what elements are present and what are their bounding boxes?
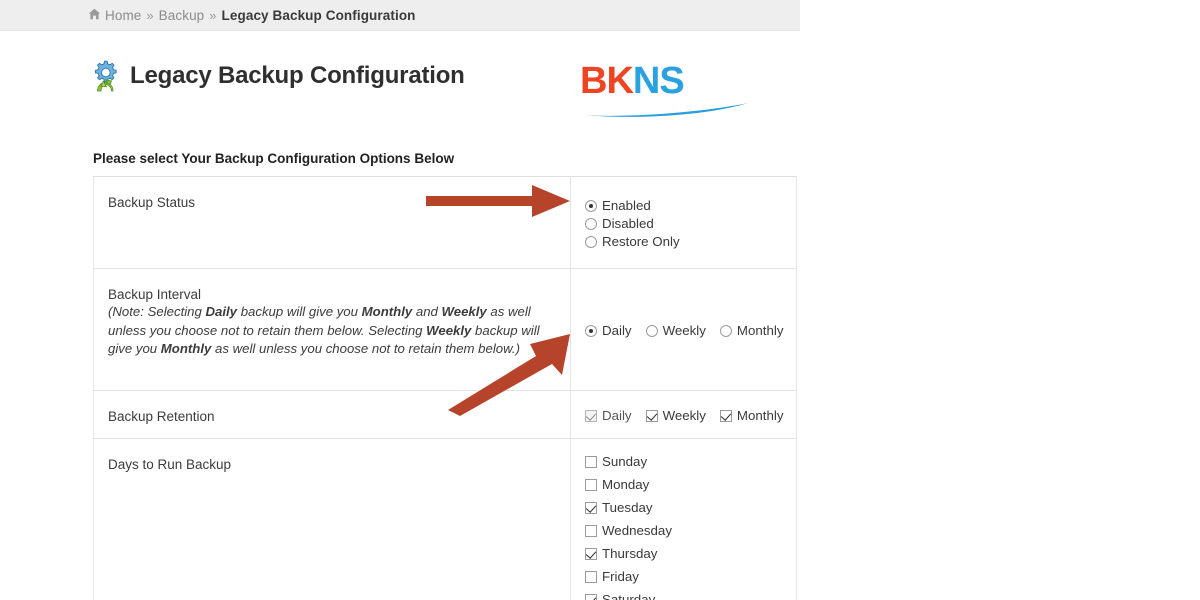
row-label-days-to-run-backup: Days to Run Backup — [108, 457, 232, 472]
logo-swoosh-icon — [584, 103, 748, 117]
breadcrumb: Home » Backup » Legacy Backup Configurat… — [0, 0, 800, 31]
table-row-backup-retention: Backup Retention Daily Weekly Monthly — [93, 390, 797, 439]
radio-group-backup-status: Enabled Disabled Restore Only — [585, 198, 786, 249]
page-header: Legacy Backup Configuration — [88, 58, 465, 94]
checkbox-icon-retention-monthly[interactable] — [719, 409, 732, 422]
radio-label-interval-monthly: Monthly — [736, 323, 784, 338]
row-control-cell: Enabled Disabled Restore Only — [570, 176, 797, 269]
breadcrumb-item-backup[interactable]: Backup — [159, 8, 205, 23]
checkbox-option-sunday[interactable]: Sunday — [585, 454, 786, 469]
row-label-cell: Backup Retention — [93, 390, 571, 439]
radio-label-interval-weekly: Weekly — [662, 323, 706, 338]
radio-icon-enabled[interactable] — [585, 199, 597, 212]
note-emphasis: Monthly — [361, 304, 413, 319]
logo-text-ns: NS — [632, 60, 685, 102]
checkbox-icon-retention-weekly[interactable] — [645, 409, 658, 422]
note-emphasis: Monthly — [160, 341, 212, 357]
radio-option-interval-monthly[interactable]: Monthly — [719, 323, 784, 338]
checkbox-option-wednesday[interactable]: Wednesday — [585, 523, 786, 538]
row-label-backup-retention: Backup Retention — [108, 409, 215, 424]
checkbox-option-tuesday[interactable]: Tuesday — [585, 500, 786, 515]
table-row-backup-interval: Backup Interval (Note: Selecting Daily b… — [93, 268, 797, 391]
page-root: Home » Backup » Legacy Backup Configurat… — [0, 0, 1200, 600]
table-row-days-to-run-backup: Days to Run Backup Sunday Monday Tuesday… — [93, 438, 797, 600]
radio-option-interval-weekly[interactable]: Weekly — [645, 323, 706, 338]
bkns-logo: BKNS — [580, 62, 755, 117]
radio-icon-interval-weekly[interactable] — [645, 324, 658, 337]
checkbox-icon-retention-daily[interactable] — [585, 409, 597, 422]
checkbox-label-sunday: Sunday — [602, 454, 648, 469]
radio-label-disabled: Disabled — [602, 216, 654, 231]
radio-icon-restore-only[interactable] — [585, 235, 597, 248]
checkbox-label-monday: Monday — [602, 477, 650, 492]
radio-icon-interval-daily[interactable] — [585, 324, 597, 337]
row-label-cell: Days to Run Backup — [93, 438, 571, 600]
row-control-cell: Daily Weekly Monthly — [570, 390, 797, 439]
note-emphasis: Daily — [205, 304, 238, 319]
note-emphasis: Weekly — [426, 322, 472, 338]
checkbox-label-retention-daily: Daily — [602, 408, 632, 423]
row-label-cell: Backup Status — [93, 176, 571, 269]
checkbox-label-wednesday: Wednesday — [602, 523, 672, 538]
section-heading: Please select Your Backup Configuration … — [93, 151, 455, 166]
checkbox-label-retention-monthly: Monthly — [736, 408, 784, 423]
checkbox-option-retention-weekly[interactable]: Weekly — [645, 408, 706, 423]
radio-label-enabled: Enabled — [602, 198, 651, 213]
note-part: as well unless you choose not to retain … — [211, 341, 520, 357]
row-label-cell: Backup Interval (Note: Selecting Daily b… — [93, 268, 571, 391]
row-control-cell: Sunday Monday Tuesday Wednesday Thursday… — [570, 438, 797, 600]
checkbox-label-retention-weekly: Weekly — [662, 408, 706, 423]
checkbox-icon-wednesday[interactable] — [585, 524, 597, 537]
checkbox-option-retention-monthly[interactable]: Monthly — [719, 408, 784, 423]
home-icon — [88, 7, 101, 25]
checkbox-icon-thursday[interactable] — [585, 547, 597, 560]
breadcrumb-item-home[interactable]: Home — [105, 8, 141, 23]
radio-option-enabled[interactable]: Enabled — [585, 198, 786, 213]
note-part: backup will give you — [237, 304, 362, 319]
checkbox-option-monday[interactable]: Monday — [585, 477, 786, 492]
gear-recycle-icon — [88, 58, 124, 94]
checkbox-group-days-to-run-backup: Sunday Monday Tuesday Wednesday Thursday… — [585, 451, 786, 600]
checkbox-icon-sunday[interactable] — [585, 455, 597, 468]
radio-label-restore-only: Restore Only — [602, 234, 680, 249]
radio-label-interval-daily: Daily — [602, 323, 632, 338]
radio-icon-disabled[interactable] — [585, 217, 597, 230]
page-title: Legacy Backup Configuration — [130, 62, 465, 89]
row-label-backup-status: Backup Status — [108, 195, 196, 210]
row-note-backup-interval: (Note: Selecting Daily backup will give … — [108, 303, 556, 359]
checkbox-option-thursday[interactable]: Thursday — [585, 546, 786, 561]
table-row-backup-status: Backup Status Enabled Disabled Restore O… — [93, 176, 797, 269]
row-label-backup-interval: Backup Interval — [108, 287, 202, 302]
checkbox-label-thursday: Thursday — [602, 546, 658, 561]
checkbox-label-friday: Friday — [602, 569, 639, 584]
radio-icon-interval-monthly[interactable] — [719, 324, 732, 337]
note-emphasis: Weekly — [441, 304, 487, 319]
logo-text-bk: BK — [580, 60, 634, 102]
checkbox-option-retention-daily[interactable]: Daily — [585, 408, 632, 423]
checkbox-label-tuesday: Tuesday — [602, 500, 653, 515]
checkbox-label-saturday: Saturday — [602, 592, 656, 600]
breadcrumb-separator: » — [146, 7, 154, 23]
backup-configuration-table: Backup Status Enabled Disabled Restore O… — [93, 176, 797, 600]
note-part: (Note: Selecting — [108, 304, 206, 319]
checkbox-option-saturday[interactable]: Saturday — [585, 592, 786, 600]
checkbox-icon-friday[interactable] — [585, 570, 597, 583]
row-control-cell: Daily Weekly Monthly — [570, 268, 797, 391]
radio-option-disabled[interactable]: Disabled — [585, 216, 786, 231]
radio-group-backup-interval: Daily Weekly Monthly — [585, 320, 786, 341]
breadcrumb-separator: » — [209, 7, 217, 23]
note-part: and — [412, 304, 442, 319]
radio-option-interval-daily[interactable]: Daily — [585, 323, 632, 338]
checkbox-icon-tuesday[interactable] — [585, 501, 597, 514]
checkbox-icon-saturday[interactable] — [585, 593, 597, 600]
checkbox-option-friday[interactable]: Friday — [585, 569, 786, 584]
logo-wordmark: BKNS — [580, 62, 755, 100]
checkbox-icon-monday[interactable] — [585, 478, 597, 491]
breadcrumb-item-current: Legacy Backup Configuration — [221, 7, 416, 23]
radio-option-restore-only[interactable]: Restore Only — [585, 234, 786, 249]
checkbox-group-backup-retention: Daily Weekly Monthly — [585, 405, 786, 426]
